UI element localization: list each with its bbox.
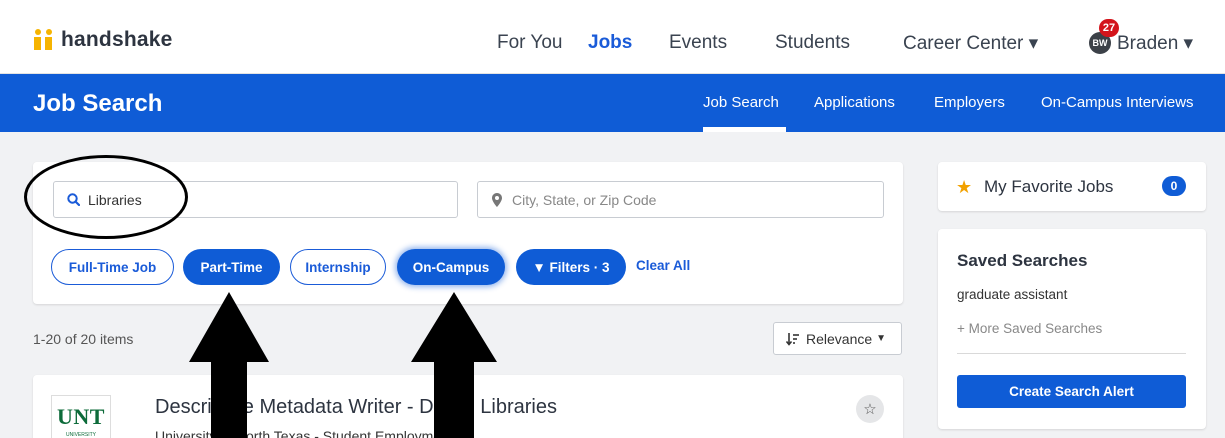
favorite-jobs-count: 0 [1162, 176, 1186, 196]
tab-job-search[interactable]: Job Search [703, 94, 779, 111]
clear-all-link[interactable]: Clear All [636, 258, 690, 273]
brand-name: handshake [61, 28, 173, 51]
favorite-star-icon[interactable]: ☆ [856, 395, 884, 423]
divider [957, 353, 1186, 354]
employer-logo: UNT UNIVERSITY [51, 395, 111, 438]
page-title: Job Search [33, 90, 163, 117]
filters-button[interactable]: ▼ Filters · 3 [516, 249, 626, 285]
job-search-header: Job Search Job Search Applications Emplo… [0, 74, 1225, 132]
search-icon [66, 193, 80, 206]
handshake-logo[interactable]: handshake [33, 28, 173, 52]
create-search-alert-button[interactable]: Create Search Alert [957, 375, 1186, 408]
location-pin-icon [490, 192, 504, 207]
handshake-logo-icon [33, 29, 57, 51]
location-search-field[interactable] [477, 181, 884, 218]
nav-students[interactable]: Students [775, 32, 850, 54]
nav-events[interactable]: Events [669, 32, 727, 54]
more-saved-searches-link[interactable]: + More Saved Searches [957, 321, 1102, 336]
nav-career-center[interactable]: Career Center ▾ [903, 32, 1038, 55]
filter-on-campus[interactable]: On-Campus [397, 249, 505, 285]
favorite-jobs-label: My Favorite Jobs [984, 177, 1114, 196]
employer-logo-text: UNT [57, 404, 105, 429]
filter-internship[interactable]: Internship [290, 249, 386, 285]
filter-full-time-job[interactable]: Full-Time Job [51, 249, 174, 285]
nav-jobs[interactable]: Jobs [588, 32, 632, 54]
active-tab-indicator [703, 127, 786, 132]
notification-badge[interactable]: 27 [1099, 19, 1119, 37]
location-input[interactable] [512, 191, 872, 208]
tab-applications[interactable]: Applications [814, 94, 895, 111]
top-navigation: handshake For You Jobs Events Students C… [0, 0, 1225, 74]
keyword-search-input[interactable] [88, 191, 448, 208]
star-icon: ★ [956, 177, 973, 197]
results-count: 1-20 of 20 items [33, 331, 134, 347]
saved-searches-card: Saved Searches graduate assistant + More… [938, 229, 1206, 429]
saved-search-item[interactable]: graduate assistant [957, 287, 1067, 302]
filter-part-time[interactable]: Part-Time [183, 249, 280, 285]
job-title[interactable]: Descriptive Metadata Writer - Digital Li… [155, 396, 557, 419]
saved-searches-title: Saved Searches [957, 251, 1088, 270]
caret-down-icon: ▼ [876, 333, 887, 344]
sort-dropdown[interactable]: Relevance ▼ [773, 322, 902, 355]
job-company: University of North Texas - Student Empl… [155, 428, 453, 438]
keyword-search-field[interactable] [53, 181, 458, 218]
search-panel: Full-Time Job Part-Time Internship On-Ca… [33, 162, 903, 304]
employer-logo-subtext: UNIVERSITY [65, 432, 96, 438]
tab-employers[interactable]: Employers [934, 94, 1005, 111]
user-menu[interactable]: Braden ▾ [1117, 32, 1193, 55]
nav-for-you[interactable]: For You [497, 32, 563, 54]
sort-icon [786, 332, 800, 346]
job-result-card[interactable]: UNT UNIVERSITY Descriptive Metadata Writ… [33, 375, 903, 438]
tab-on-campus-interviews[interactable]: On-Campus Interviews [1041, 94, 1194, 111]
sort-label: Relevance [806, 330, 873, 347]
favorite-jobs-card[interactable]: ★ My Favorite Jobs 0 [938, 162, 1206, 211]
